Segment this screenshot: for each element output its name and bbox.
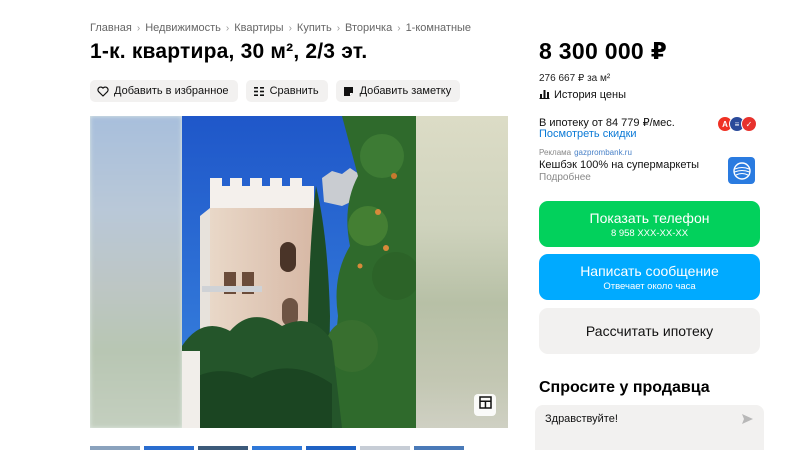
photo-gallery[interactable] (90, 116, 508, 428)
ad-label: Реклама gazprombank.ru (539, 148, 632, 157)
ask-seller-title: Спросите у продавца (539, 379, 710, 396)
compare-label: Сравнить (269, 85, 319, 97)
price: 8 300 000 ₽ (539, 38, 668, 64)
gallery-view-button[interactable] (474, 394, 496, 416)
show-phone-label: Показать телефон (589, 209, 710, 226)
heart-icon (97, 85, 109, 97)
phone-number-masked: 8 958 XXX-XX-XX (610, 227, 689, 239)
show-phone-button[interactable]: Показать телефон 8 958 XXX-XX-XX (539, 201, 760, 247)
breadcrumb-separator: › (336, 22, 341, 34)
thumbnail[interactable] (252, 446, 302, 450)
breadcrumb-item[interactable]: Купить (297, 22, 332, 34)
gazprombank-logo-icon[interactable] (728, 157, 755, 184)
breadcrumb-item[interactable]: Вторичка (345, 22, 392, 34)
breadcrumb: Главная › Недвижимость › Квартиры › Купить ›… (90, 22, 471, 34)
ad-more-link[interactable]: Подробнее (539, 172, 591, 183)
price-per-m2: 276 667 ₽ за м² (539, 73, 611, 84)
ad-title[interactable]: Кешбэк 100% на супермаркеты (539, 159, 699, 171)
next-photo-preview[interactable] (416, 116, 508, 428)
breadcrumb-item[interactable]: Квартиры (234, 22, 283, 34)
compare-button[interactable]: Сравнить (245, 80, 328, 102)
seller-message-text: Здравствуйте! (545, 413, 618, 425)
add-note-button[interactable]: Добавить заметку (335, 80, 461, 102)
breadcrumb-separator: › (136, 22, 141, 34)
ad-domain[interactable]: gazprombank.ru (574, 148, 632, 157)
ad-label-text: Реклама (539, 148, 572, 157)
bank-logo-icon: ✓ (741, 116, 757, 132)
seller-message-input[interactable]: Здравствуйте! (535, 405, 764, 450)
breadcrumb-separator: › (225, 22, 230, 34)
bank-logos: А ≡ ✓ (717, 116, 757, 132)
gallery-grid-icon (478, 396, 492, 414)
thumbnail[interactable] (414, 446, 464, 450)
send-icon[interactable] (741, 413, 754, 428)
listing-actions: Добавить в избранное Сравнить Добавить з… (90, 80, 461, 102)
bar-chart-icon (539, 88, 550, 102)
calculate-mortgage-button[interactable]: Рассчитать ипотеку (539, 308, 760, 354)
breadcrumb-item[interactable]: 1-комнатные (406, 22, 471, 34)
thumbnail[interactable] (198, 446, 248, 450)
breadcrumb-item[interactable]: Недвижимость (145, 22, 221, 34)
main-photo[interactable] (182, 116, 416, 428)
price-history-link[interactable]: История цены (539, 88, 626, 102)
calculate-mortgage-label: Рассчитать ипотеку (585, 323, 714, 339)
view-discounts-link[interactable]: Посмотреть скидки (539, 128, 637, 140)
thumbnail[interactable] (90, 446, 140, 450)
price-history-label: История цены (554, 89, 626, 101)
breadcrumb-item[interactable]: Главная (90, 22, 132, 34)
write-message-button[interactable]: Написать сообщение Отвечает около часа (539, 254, 760, 300)
write-message-label: Написать сообщение (580, 262, 719, 279)
breadcrumb-separator: › (397, 22, 401, 34)
previous-photo-preview[interactable] (90, 116, 182, 428)
page-title: 1-к. квартира, 30 м², 2/3 эт. (90, 40, 368, 63)
compare-icon (253, 85, 265, 97)
add-note-label: Добавить заметку (359, 85, 452, 97)
thumbnail[interactable] (360, 446, 410, 450)
response-time: Отвечает около часа (603, 280, 696, 292)
breadcrumb-separator: › (288, 22, 292, 34)
add-to-favorites-label: Добавить в избранное (114, 85, 229, 97)
add-to-favorites-button[interactable]: Добавить в избранное (90, 80, 238, 102)
thumbnail-strip (90, 446, 464, 450)
note-icon (343, 85, 355, 97)
thumbnail[interactable] (144, 446, 194, 450)
thumbnail[interactable] (306, 446, 356, 450)
